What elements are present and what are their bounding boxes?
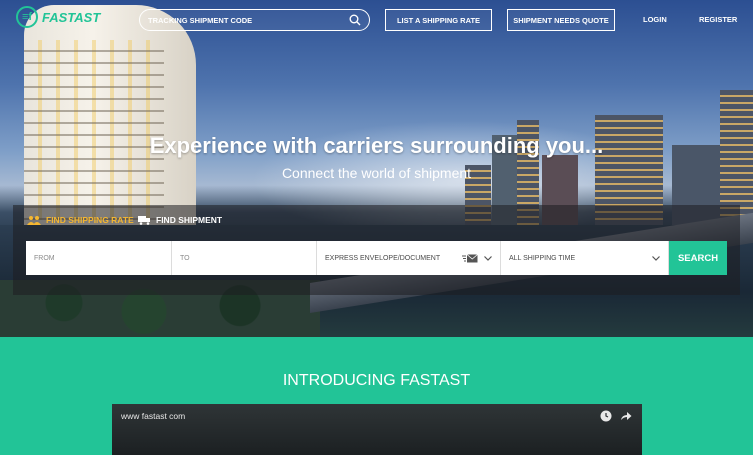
search-tabs: FIND SHIPPING RATE FIND SHIPMENT: [13, 205, 740, 235]
truck-icon: [138, 216, 150, 225]
tab-label: FIND SHIPMENT: [156, 215, 223, 225]
package-type-select[interactable]: EXPRESS ENVELOPE/DOCUMENT: [317, 241, 501, 275]
package-type-value: EXPRESS ENVELOPE/DOCUMENT: [325, 254, 441, 262]
people-icon: [27, 216, 41, 225]
video-title: www fastast com: [121, 411, 186, 421]
tab-label: FIND SHIPPING RATE: [46, 215, 134, 225]
chevron-down-icon: [484, 255, 492, 261]
register-link[interactable]: REGISTER: [699, 15, 737, 24]
logo-mark-icon: ≡f: [16, 6, 38, 28]
chevron-down-icon: [652, 255, 660, 261]
logo-text: FASTAST: [42, 9, 101, 25]
to-field[interactable]: TO: [172, 241, 317, 275]
envelope-icon: [462, 253, 478, 262]
tracking-search-box[interactable]: [139, 9, 370, 31]
shipping-time-select[interactable]: ALL SHIPPING TIME: [501, 241, 669, 275]
tab-find-shipment[interactable]: FIND SHIPMENT: [138, 215, 222, 225]
tracking-search-input[interactable]: [148, 15, 349, 25]
hero-headline: Experience with carriers surrounding you…: [149, 133, 604, 158]
brand-logo[interactable]: ≡f FASTAST: [16, 6, 100, 28]
login-link[interactable]: LOGIN: [643, 15, 667, 24]
shipping-time-value: ALL SHIPPING TIME: [509, 254, 576, 262]
tab-find-shipping-rate[interactable]: FIND SHIPPING RATE: [27, 215, 134, 225]
intro-title: INTRODUCING FASTAST: [282, 372, 471, 389]
search-icon[interactable]: [349, 14, 361, 26]
share-icon[interactable]: [620, 410, 632, 422]
hero-subheadline: Connect the world of shipment: [281, 165, 472, 181]
from-field[interactable]: FROM: [26, 241, 172, 275]
shipment-needs-quote-button[interactable]: SHIPMENT NEEDS QUOTE: [507, 9, 615, 31]
intro-video-player[interactable]: www fastast com: [112, 404, 642, 455]
list-shipping-rate-button[interactable]: LIST A SHIPPING RATE: [385, 9, 492, 31]
clock-icon[interactable]: [600, 410, 612, 422]
search-button[interactable]: SEARCH: [669, 241, 727, 275]
hotel-windows: [24, 40, 164, 220]
